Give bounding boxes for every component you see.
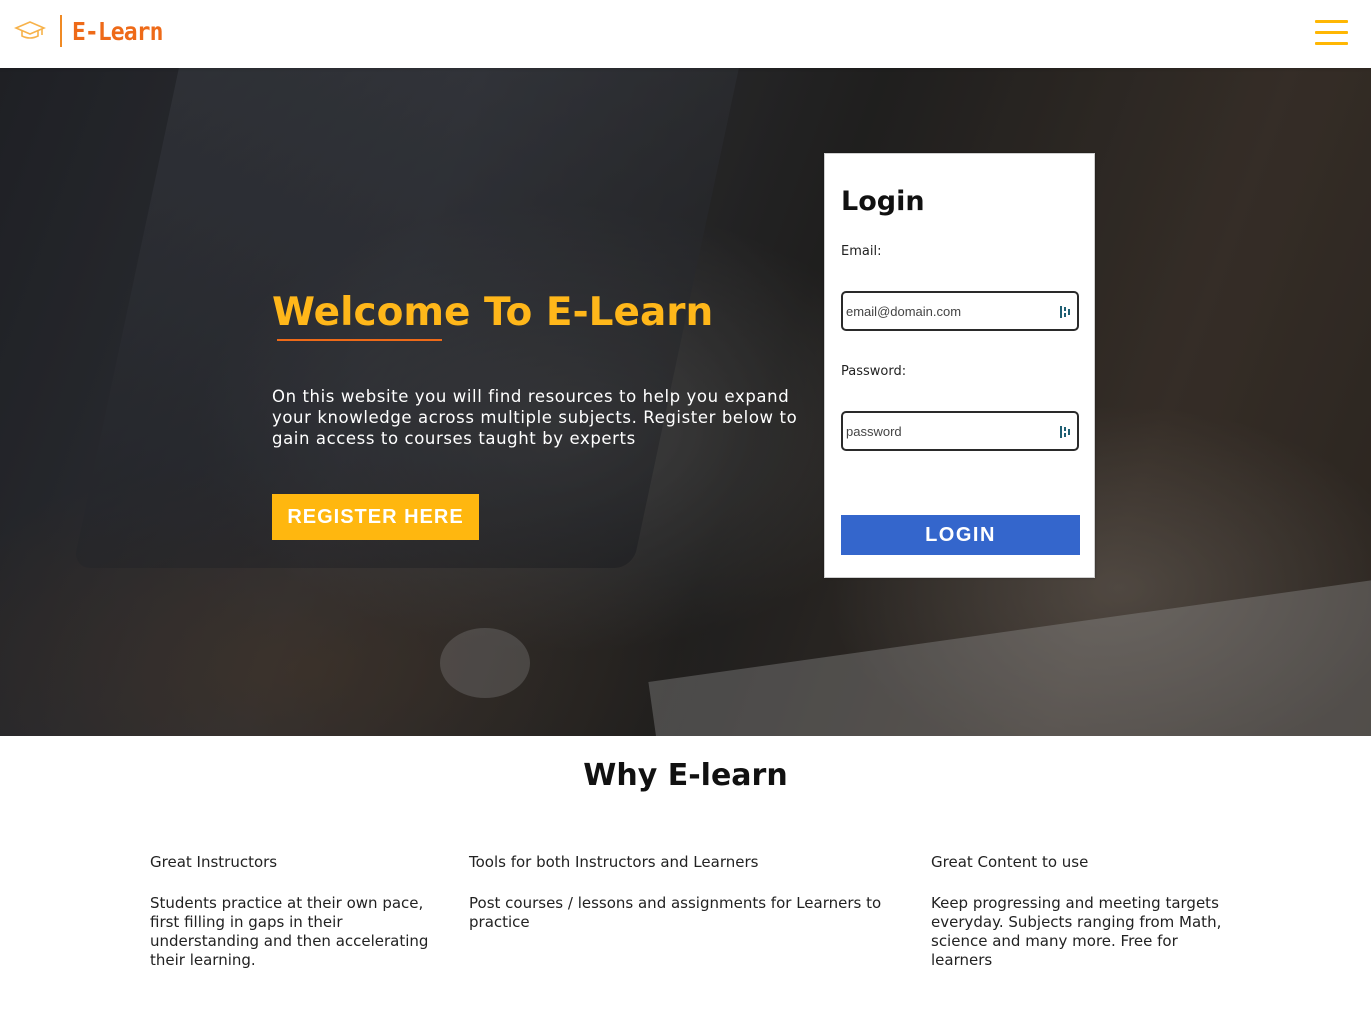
feature-card: Tools for both Instructors and Learners … bbox=[469, 853, 889, 932]
password-field-wrapper bbox=[841, 411, 1079, 451]
feature-card: Great Content to use Keep progressing an… bbox=[931, 853, 1231, 970]
hamburger-menu-icon[interactable] bbox=[1315, 20, 1348, 46]
feature-description: Keep progressing and meeting targets eve… bbox=[931, 894, 1222, 969]
why-section-title: Why E-learn bbox=[583, 758, 788, 793]
login-card: Login Email: Password: LOGIN bbox=[824, 153, 1095, 578]
email-label: Email: bbox=[841, 244, 882, 259]
hero-description: On this website you will find resources … bbox=[272, 387, 798, 448]
navbar: E-Learn bbox=[0, 0, 1371, 68]
brand-name: E-Learn bbox=[72, 16, 163, 46]
login-title: Login bbox=[841, 186, 925, 217]
feature-card: Great Instructors Students practice at t… bbox=[150, 853, 440, 970]
login-button[interactable]: LOGIN bbox=[841, 515, 1080, 555]
password-label: Password: bbox=[841, 364, 907, 379]
password-manager-icon[interactable] bbox=[1059, 425, 1071, 439]
hero-section: Welcome To E-Learn On this website you w… bbox=[0, 68, 1371, 736]
email-field-wrapper bbox=[841, 291, 1079, 331]
feature-description: Students practice at their own pace, fir… bbox=[150, 894, 429, 969]
register-button[interactable]: REGISTER HERE bbox=[272, 494, 479, 540]
feature-title: Great Instructors bbox=[150, 853, 278, 871]
hero-title-underline bbox=[277, 339, 442, 341]
feature-title: Tools for both Instructors and Learners bbox=[469, 853, 759, 871]
graduation-cap-icon bbox=[14, 21, 46, 39]
password-field[interactable] bbox=[846, 423, 1046, 439]
password-manager-icon[interactable] bbox=[1059, 305, 1071, 319]
brand-logo-link[interactable]: E-Learn bbox=[14, 14, 170, 48]
brand-separator bbox=[60, 15, 62, 47]
feature-title: Great Content to use bbox=[931, 853, 1089, 871]
feature-description: Post courses / lessons and assignments f… bbox=[469, 894, 882, 931]
email-field[interactable] bbox=[846, 303, 1046, 319]
hero-title: Welcome To E-Learn bbox=[272, 290, 714, 335]
